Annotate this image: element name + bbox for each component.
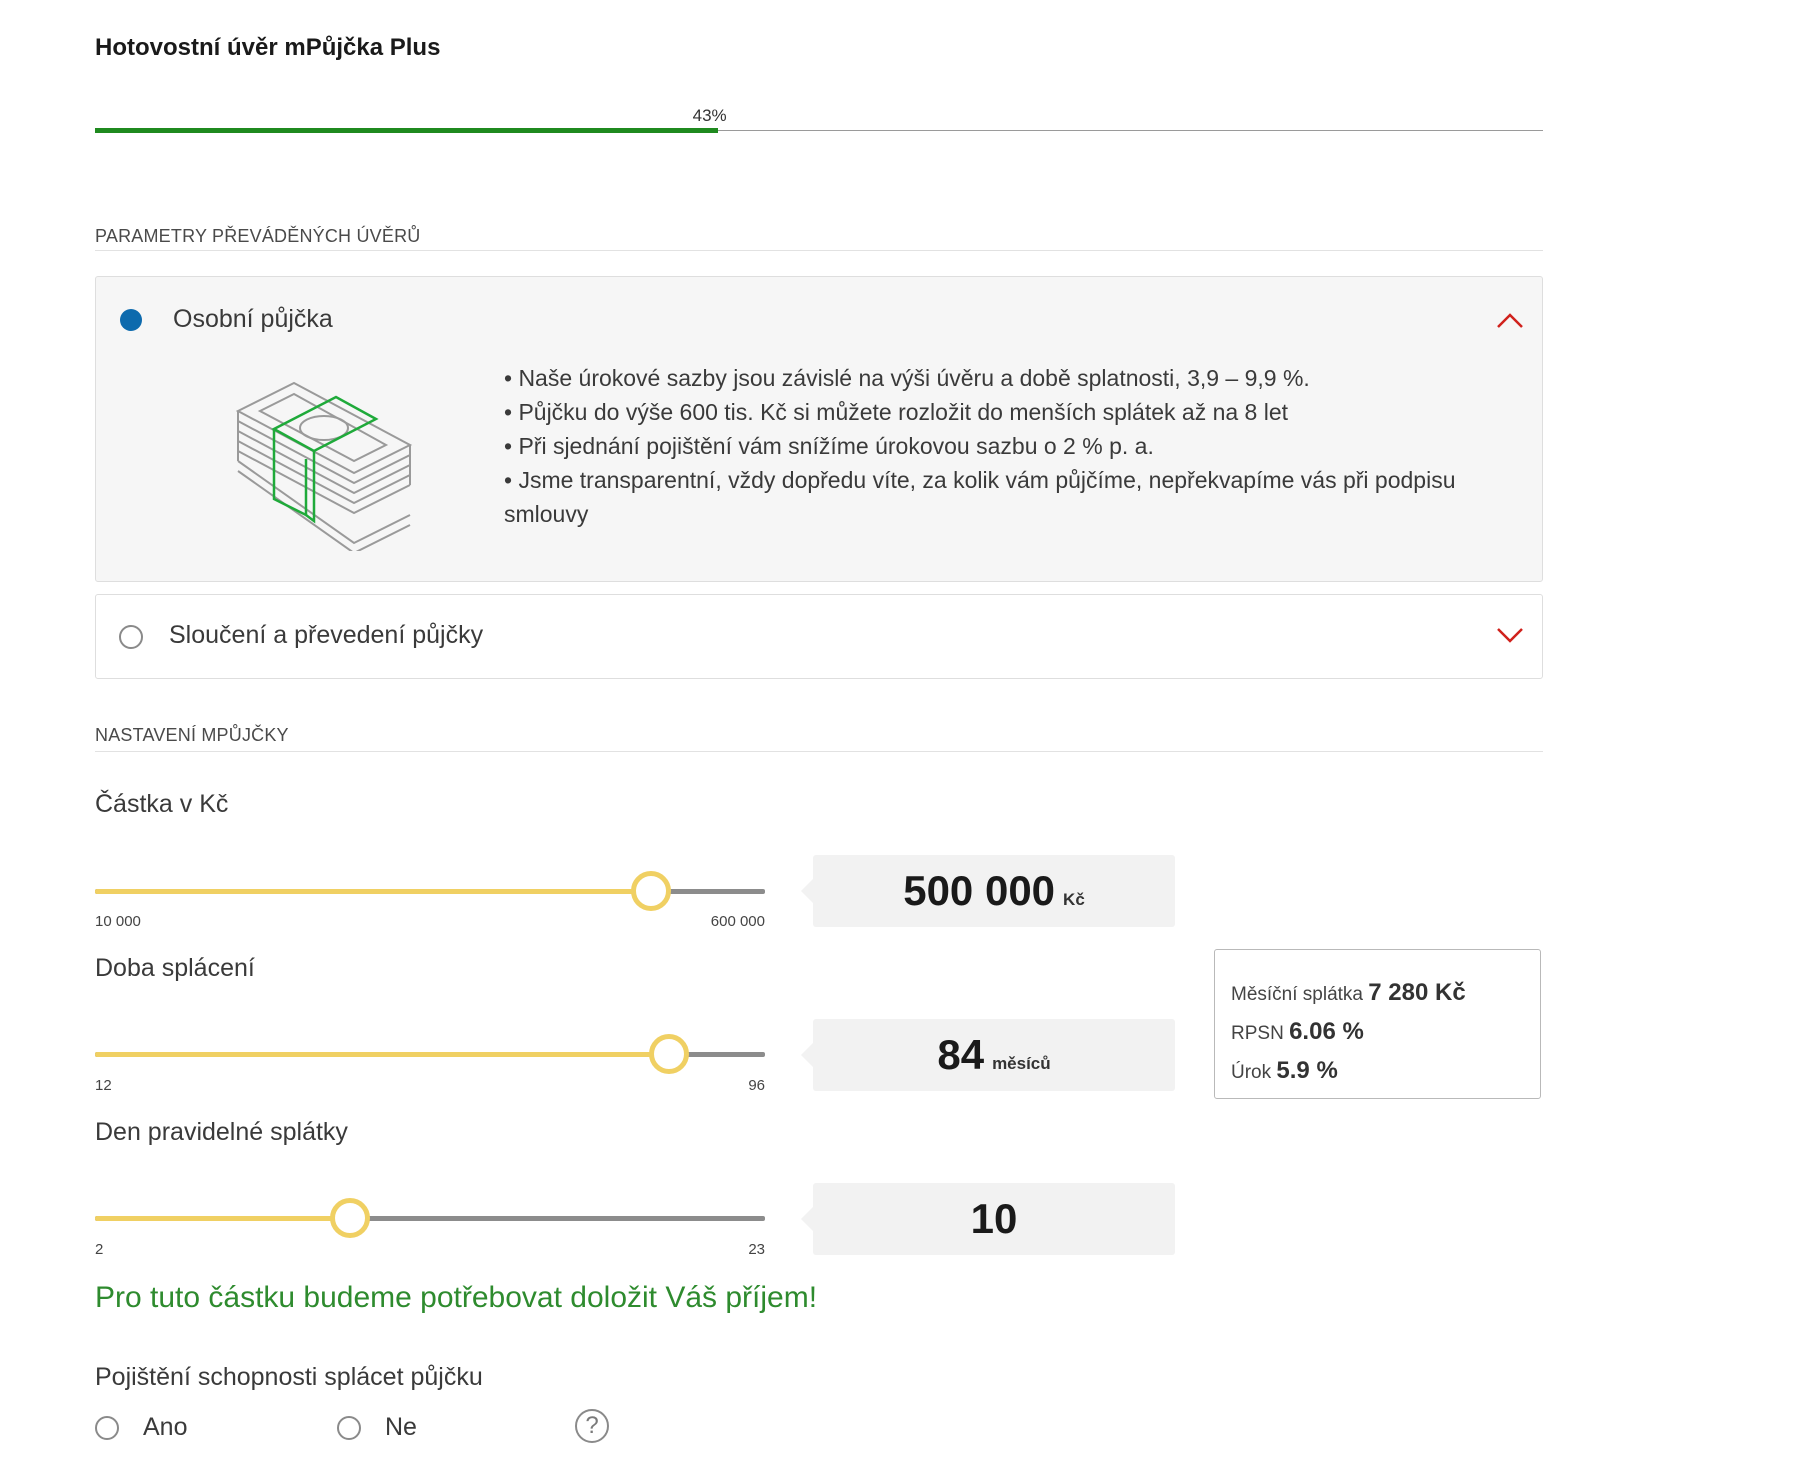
interest-label: Úrok xyxy=(1231,1062,1272,1083)
amount-max-label: 600 000 xyxy=(710,913,765,930)
loan-benefits-list: • Naše úrokové sazby jsou závislé na výš… xyxy=(504,361,1494,531)
section-divider xyxy=(95,751,1543,752)
radio-merge-loan[interactable] xyxy=(119,625,143,649)
payment-day-max-label: 23 xyxy=(748,1241,765,1258)
money-stack-icon xyxy=(236,381,413,551)
rpsn-value: 6.06 % xyxy=(1289,1018,1364,1045)
payment-day-slider[interactable] xyxy=(95,1198,765,1238)
payment-day-label: Den pravidelné splátky xyxy=(95,1118,348,1146)
term-value-box[interactable]: 84 měsíců xyxy=(801,1019,1175,1091)
payment-day-min-label: 2 xyxy=(95,1241,104,1258)
chevron-down-icon[interactable] xyxy=(1496,627,1524,645)
benefit-item: • Při sjednání pojištění vám snížíme úro… xyxy=(504,433,1154,459)
term-value: 84 xyxy=(937,1031,985,1078)
income-warning: Pro tuto částku budeme potřebovat doloži… xyxy=(95,1281,818,1314)
page-title: Hotovostní úvěr mPůjčka Plus xyxy=(95,34,441,61)
help-icon[interactable]: ? xyxy=(575,1409,609,1443)
section-heading-loans: PARAMETRY PŘEVÁDĚNÝCH ÚVĚRŮ xyxy=(95,226,421,246)
amount-min-label: 10 000 xyxy=(95,913,141,930)
amount-unit: Kč xyxy=(1063,890,1085,909)
amount-label: Částka v Kč xyxy=(95,790,229,818)
payment-day-value-box[interactable]: 10 xyxy=(801,1183,1175,1255)
monthly-payment-value: 7 280 Kč xyxy=(1368,979,1466,1006)
radio-insurance-no[interactable] xyxy=(337,1416,361,1440)
loan-option-personal[interactable]: Osobní půjčka • Naše úrokové sazby jsou … xyxy=(95,276,1543,582)
term-slider[interactable] xyxy=(95,1034,765,1074)
insurance-yes-label[interactable]: Ano xyxy=(143,1413,187,1442)
insurance-no-label[interactable]: Ne xyxy=(385,1413,417,1442)
term-unit: měsíců xyxy=(992,1054,1051,1073)
loan-option-merge[interactable]: Sloučení a převedení půjčky xyxy=(95,594,1543,679)
term-label: Doba splácení xyxy=(95,954,255,982)
loan-summary-box: Měsíční splátka 7 280 Kč RPSN 6.06 % Úro… xyxy=(1214,949,1541,1099)
benefit-item: • Půjčku do výše 600 tis. Kč si můžete r… xyxy=(504,399,1289,425)
chevron-up-icon[interactable] xyxy=(1496,311,1524,329)
amount-value-box[interactable]: 500 000 Kč xyxy=(801,855,1175,927)
term-min-label: 12 xyxy=(95,1077,112,1094)
progress-percent-label: 43% xyxy=(692,106,727,125)
progress-bar xyxy=(95,128,1543,133)
slider-handle[interactable] xyxy=(631,871,672,911)
monthly-payment-row: Měsíční splátka 7 280 Kč xyxy=(1231,974,1524,1013)
amount-value: 500 000 xyxy=(903,867,1056,914)
term-max-label: 96 xyxy=(748,1077,765,1094)
monthly-payment-label: Měsíční splátka xyxy=(1231,984,1363,1005)
benefit-item: • Naše úrokové sazby jsou závislé na výš… xyxy=(504,365,1310,391)
slider-handle[interactable] xyxy=(649,1034,690,1074)
loan-option-personal-label: Osobní půjčka xyxy=(173,305,333,333)
section-heading-settings: NASTAVENÍ MPŮJČKY xyxy=(95,725,289,745)
slider-fill xyxy=(95,1216,351,1221)
radio-personal-loan[interactable] xyxy=(120,309,142,331)
interest-value: 5.9 % xyxy=(1276,1057,1338,1084)
radio-insurance-yes[interactable] xyxy=(95,1416,119,1440)
rpsn-label: RPSN xyxy=(1231,1023,1284,1044)
insurance-label: Pojištění schopnosti splácet půjčku xyxy=(95,1363,483,1391)
slider-fill xyxy=(95,889,652,894)
progress-bar-fill xyxy=(95,128,718,133)
loan-option-merge-label: Sloučení a převedení půjčky xyxy=(169,621,484,649)
benefit-item: • Jsme transparentní, vždy dopředu víte,… xyxy=(504,467,1456,527)
interest-row: Úrok 5.9 % xyxy=(1231,1052,1524,1091)
payment-day-value: 10 xyxy=(970,1195,1018,1242)
section-divider xyxy=(95,250,1543,251)
slider-fill xyxy=(95,1052,670,1057)
rpsn-row: RPSN 6.06 % xyxy=(1231,1013,1524,1052)
slider-handle[interactable] xyxy=(330,1198,371,1238)
amount-slider[interactable] xyxy=(95,871,765,911)
